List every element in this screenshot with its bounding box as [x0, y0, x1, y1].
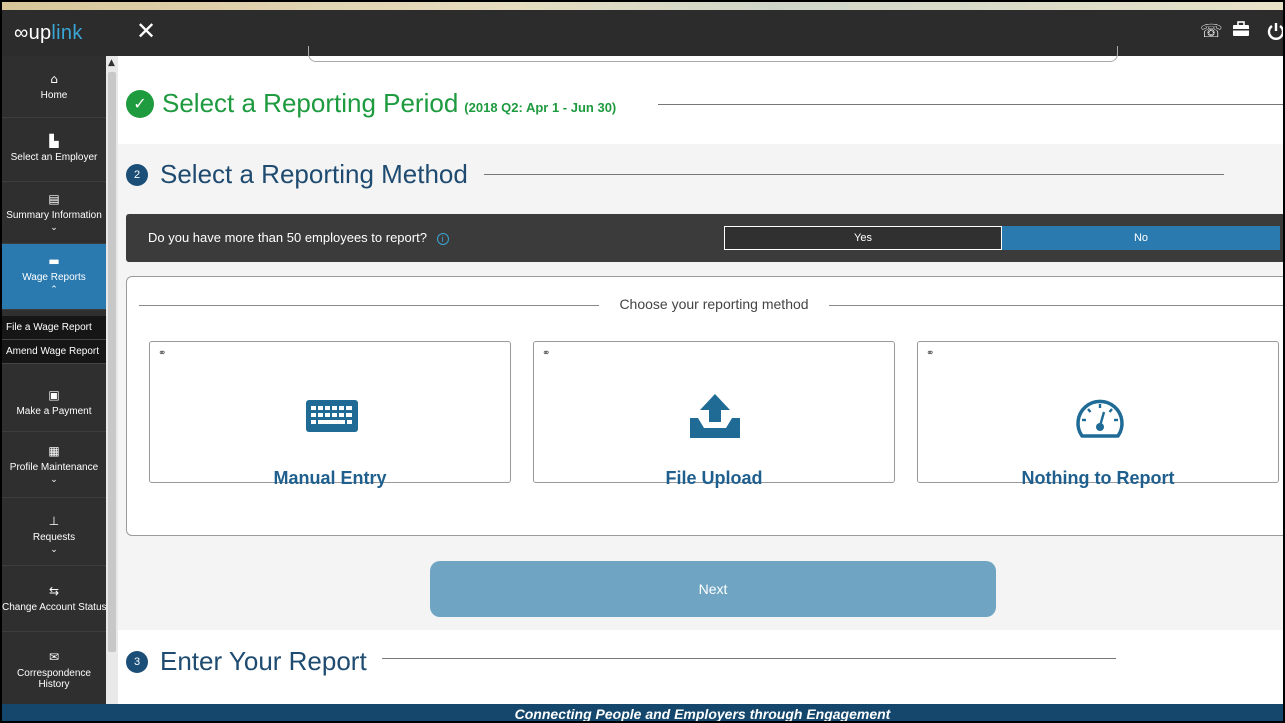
- uplink-logo[interactable]: ∞uplink: [14, 22, 83, 45]
- step1-header: ✓ Select a Reporting Period (2018 Q2: Ap…: [126, 88, 616, 119]
- sidebar-subitem-amend-wage-report[interactable]: Amend Wage Report: [2, 340, 106, 364]
- divider: [382, 658, 1116, 659]
- manual-entry-label: Manual Entry: [273, 468, 387, 488]
- file-upload-label: File Upload: [665, 468, 763, 488]
- scroll-up-icon[interactable]: ▲: [108, 58, 115, 68]
- step3-header: 3 Enter Your Report: [126, 646, 367, 677]
- envelope-icon: ✉: [48, 650, 60, 664]
- building-icon: ▙: [49, 134, 59, 148]
- divider: [484, 174, 1224, 175]
- step-number-badge: 3: [126, 650, 148, 673]
- browser-top-strip: [2, 2, 1283, 10]
- check-circle-icon: ✓: [126, 89, 154, 118]
- choose-method-heading: Choose your reporting method: [619, 296, 809, 312]
- next-button[interactable]: Next: [430, 561, 996, 617]
- info-icon[interactable]: i: [436, 233, 449, 245]
- step3-title: Enter Your Report: [160, 646, 367, 676]
- keyboard-icon: [306, 400, 358, 432]
- phone-icon[interactable]: ☏: [1200, 21, 1223, 42]
- scrollbar-thumb[interactable]: [108, 72, 116, 652]
- link-icon: ⚭: [158, 348, 167, 359]
- previous-section-box: [308, 46, 1118, 62]
- gauge-icon: [1076, 399, 1124, 438]
- sidebar-item-home[interactable]: ⌂ Home: [2, 56, 106, 118]
- step2-title: Select a Reporting Method: [160, 159, 468, 189]
- file-upload-card[interactable]: ⚭ File Upload: [533, 341, 895, 488]
- briefcase-icon[interactable]: [1232, 21, 1250, 42]
- power-icon[interactable]: [1266, 21, 1283, 46]
- divider: [829, 305, 1283, 306]
- sidebar-subitem-file-wage-report[interactable]: File a Wage Report: [2, 316, 106, 340]
- sidebar-item-correspondence-history[interactable]: ✉ Correspondence History: [2, 632, 106, 704]
- home-icon: ⌂: [50, 72, 58, 86]
- exchange-icon: ⇆: [48, 584, 60, 598]
- sidebar-item-select-employer[interactable]: ▙ Select an Employer: [2, 118, 106, 182]
- sidebar: ⌂ Home ▙ Select an Employer ▤ Summary In…: [2, 56, 118, 704]
- yes-button[interactable]: Yes: [724, 226, 1002, 250]
- divider: [658, 104, 1283, 105]
- divider: [139, 305, 599, 306]
- app-frame: ∞uplink ✕ ☏ ⌂ Home ▙ Select an Employer …: [0, 0, 1285, 723]
- folder-icon: ▬: [48, 254, 60, 268]
- reporting-method-panel: Choose your reporting method ⚭ Manual En…: [126, 276, 1283, 536]
- sidebar-item-requests[interactable]: ⊥ Requests ⌄: [2, 498, 106, 566]
- step1-detail: (2018 Q2: Apr 1 - Jun 30): [464, 100, 617, 115]
- nothing-to-report-card[interactable]: ⚭ Nothing to Report: [917, 341, 1279, 488]
- close-icon[interactable]: ✕: [136, 17, 156, 45]
- manual-entry-card[interactable]: ⚭ Manual Entry: [149, 341, 511, 488]
- upload-icon: [690, 394, 740, 438]
- main-content: ✓ Select a Reporting Period (2018 Q2: Ap…: [118, 46, 1283, 704]
- step2-header: 2 Select a Reporting Method: [126, 159, 468, 190]
- question-text: Do you have more than 50 employees to re…: [148, 230, 427, 245]
- footer-tagline: Connecting People and Employers through …: [118, 704, 1283, 721]
- hand-truck-icon: ⊥: [48, 514, 60, 528]
- chevron-down-icon: ⌄: [50, 475, 58, 485]
- footer-left: [2, 704, 118, 721]
- employee-count-question: Do you have more than 50 employees to re…: [126, 214, 1283, 262]
- sidebar-item-profile-maintenance[interactable]: ▦ Profile Maintenance ⌄: [2, 432, 106, 498]
- step-number-badge: 2: [126, 163, 148, 186]
- sidebar-scrollbar[interactable]: ▲: [106, 56, 118, 704]
- money-icon: ▣: [48, 388, 60, 402]
- step1-title: Select a Reporting Period: [162, 88, 459, 118]
- sidebar-item-change-account-status[interactable]: ⇆ Change Account Status: [2, 566, 107, 632]
- chevron-down-icon: ⌄: [50, 545, 58, 555]
- sidebar-item-make-payment[interactable]: ▣ Make a Payment: [2, 368, 106, 432]
- link-icon: ⚭: [926, 348, 935, 359]
- sidebar-item-wage-reports[interactable]: ▬ Wage Reports ⌃: [2, 244, 106, 310]
- clipboard-icon: ▦: [48, 444, 60, 458]
- no-button[interactable]: No: [1002, 226, 1280, 250]
- sidebar-item-summary[interactable]: ▤ Summary Information ⌄: [2, 182, 106, 244]
- document-icon: ▤: [48, 192, 60, 206]
- chevron-down-icon: ⌄: [50, 223, 58, 233]
- link-icon: ⚭: [542, 348, 551, 359]
- nothing-to-report-label: Nothing to Report: [1021, 468, 1175, 488]
- chevron-up-icon: ⌃: [50, 285, 58, 295]
